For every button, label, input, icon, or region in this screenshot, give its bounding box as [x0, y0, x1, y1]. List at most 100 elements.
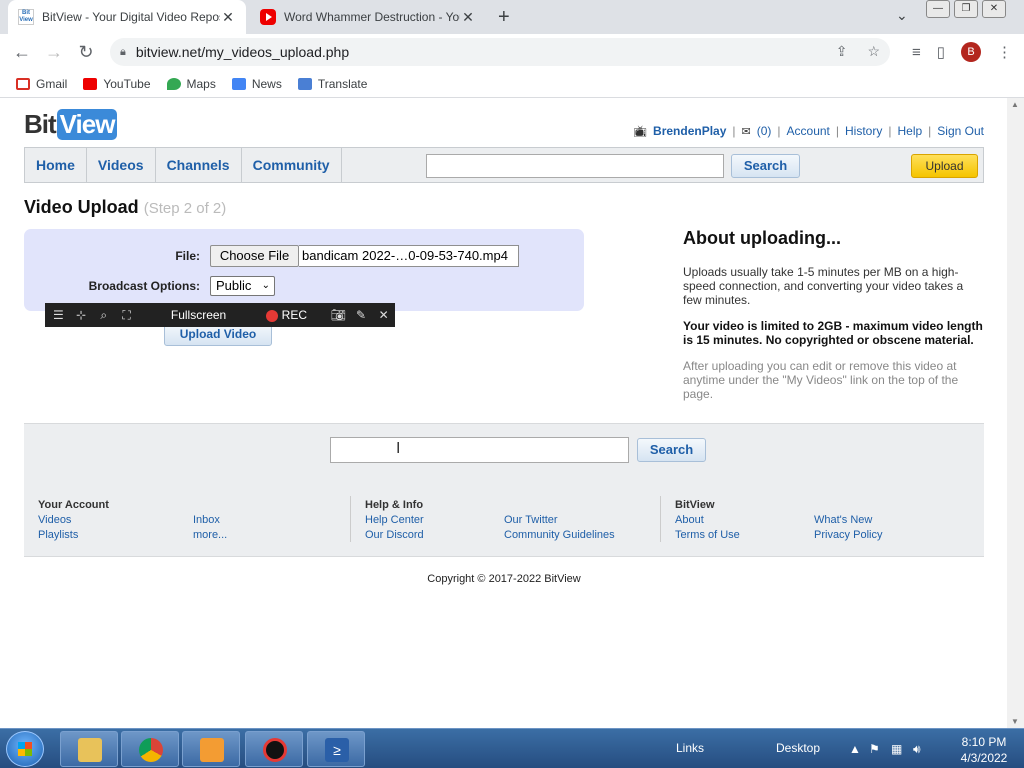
pencil-icon[interactable]: ✎: [350, 308, 373, 322]
username-link[interactable]: BrendenPlay: [653, 124, 726, 138]
about-heading: About uploading...: [683, 228, 841, 248]
side-panel-icon[interactable]: ▯: [937, 43, 945, 61]
new-tab-icon[interactable]: +: [498, 6, 510, 29]
bookmark-youtube[interactable]: YouTube: [83, 77, 151, 91]
taskbar-powershell[interactable]: ≥: [307, 731, 365, 767]
share-icon[interactable]: ⇪: [836, 43, 848, 60]
account-link[interactable]: Account: [787, 124, 830, 138]
links-toolbar[interactable]: Links: [676, 741, 704, 755]
windows-taskbar: ≥ Links Desktop ▲ ⚑ ▦ 🔊︎ 8:10 PM 4/3/202…: [0, 728, 1024, 768]
media-control-icon[interactable]: ≡: [912, 44, 921, 61]
camera-icon[interactable]: 📷︎: [327, 308, 350, 322]
choose-file-button[interactable]: Choose File: [210, 245, 299, 267]
youtube-icon: [83, 77, 98, 90]
scroll-down-icon[interactable]: ▼: [1011, 717, 1019, 726]
nav-community[interactable]: Community: [242, 148, 342, 182]
footer-link-privacy[interactable]: Privacy Policy: [814, 528, 882, 543]
taskbar-chrome[interactable]: [121, 731, 179, 767]
close-window-icon[interactable]: ✕: [982, 0, 1006, 18]
url-text: bitview.net/my_videos_upload.php: [135, 44, 350, 60]
desktop-toolbar[interactable]: Desktop: [776, 741, 820, 755]
close-tab-icon[interactable]: ✕: [460, 9, 476, 26]
footer-link-videos[interactable]: Videos: [38, 513, 109, 528]
header-upload-button[interactable]: Upload: [911, 154, 978, 178]
network-icon[interactable]: ▦: [891, 742, 902, 756]
header-search-button[interactable]: Search: [731, 154, 800, 178]
footer-link-about[interactable]: About: [675, 513, 740, 528]
footer-col-your-account: Your Account Videos Playlists: [38, 499, 109, 543]
footer-link-help-center[interactable]: Help Center: [365, 513, 424, 528]
nav-home[interactable]: Home: [25, 148, 87, 182]
bookmark-gmail[interactable]: Gmail: [16, 77, 67, 91]
footer-col-help-more: Our Twitter Community Guidelines: [504, 513, 615, 543]
scroll-up-icon[interactable]: ▲: [1011, 100, 1019, 109]
bitview-logo[interactable]: Bit View: [24, 109, 118, 140]
footer-link-terms[interactable]: Terms of Use: [675, 528, 740, 543]
page-scrollbar[interactable]: ▲ ▼: [1007, 98, 1024, 728]
close-icon[interactable]: ✕: [372, 308, 395, 322]
menu-kebab-icon[interactable]: ⋮: [997, 43, 1012, 61]
menu-icon[interactable]: ☰: [47, 308, 70, 322]
about-paragraph-editing: After uploading you can edit or remove t…: [683, 359, 959, 401]
bookmark-news[interactable]: News: [231, 77, 282, 91]
selected-file-name: bandicam 2022-…0-09-53-740.mp4: [299, 245, 519, 267]
fullscreen-mode-label: Fullscreen: [170, 308, 227, 322]
chevron-down-icon: ⌄: [261, 280, 270, 291]
bookmark-star-icon[interactable]: ☆: [867, 43, 880, 60]
taskbar-bandicam[interactable]: [245, 731, 303, 767]
footer-search-button[interactable]: Search: [637, 438, 706, 462]
tab-title: BitView - Your Digital Video Repository: [42, 10, 220, 24]
footer-link-discord[interactable]: Our Discord: [365, 528, 424, 543]
footer-link-playlists[interactable]: Playlists: [38, 528, 109, 543]
footer-link-more[interactable]: more...: [193, 528, 227, 543]
minimize-icon[interactable]: —: [926, 0, 950, 18]
reload-icon[interactable]: ↻: [70, 42, 102, 63]
footer-link-inbox[interactable]: Inbox: [193, 513, 227, 528]
address-bar[interactable]: 🔒︎ bitview.net/my_videos_upload.php ⇪ ☆: [110, 38, 890, 66]
profile-avatar[interactable]: B: [961, 42, 981, 62]
start-button[interactable]: [6, 731, 44, 767]
forward-icon[interactable]: →: [38, 42, 70, 63]
nav-channels[interactable]: Channels: [156, 148, 242, 182]
sign-out-link[interactable]: Sign Out: [937, 124, 984, 138]
footer-search-bar: I Search: [24, 423, 984, 481]
file-label: File:: [175, 249, 200, 263]
tab-bitview[interactable]: Bit View BitView - Your Digital Video Rep…: [8, 0, 246, 34]
upload-form: File: Choose File bandicam 2022-…0-09-53…: [24, 229, 584, 311]
header-search-input[interactable]: [426, 154, 724, 178]
taskbar-media-player[interactable]: [182, 731, 240, 767]
browser-toolbar: ← → ↻ 🔒︎ bitview.net/my_videos_upload.ph…: [0, 34, 1024, 70]
action-center-icon[interactable]: ⚑: [869, 742, 880, 756]
show-hidden-icons-icon[interactable]: ▲: [849, 742, 861, 756]
mail-icon[interactable]: ✉: [742, 125, 751, 138]
bookmark-translate[interactable]: Translate: [297, 77, 367, 91]
footer-link-whats-new[interactable]: What's New: [814, 513, 882, 528]
crop-icon[interactable]: ⛶: [115, 308, 138, 323]
footer-link-twitter[interactable]: Our Twitter: [504, 513, 615, 528]
footer-search-input[interactable]: I: [330, 437, 629, 463]
close-tab-icon[interactable]: ✕: [220, 9, 236, 26]
history-link[interactable]: History: [845, 124, 882, 138]
clock[interactable]: 8:10 PM 4/3/2022: [950, 734, 1018, 766]
footer-col-help: Help & Info Help Center Our Discord: [365, 499, 424, 543]
select-region-icon[interactable]: ⌕: [92, 308, 115, 323]
powershell-icon: ≥: [325, 738, 349, 762]
taskbar-explorer[interactable]: [60, 731, 118, 767]
fit-window-icon[interactable]: ⊹: [70, 308, 93, 322]
record-button[interactable]: REC: [265, 308, 327, 322]
chrome-icon: [139, 738, 163, 762]
back-icon[interactable]: ←: [6, 42, 38, 63]
broadcast-options-select[interactable]: Public ⌄: [210, 276, 275, 296]
tab-youtube[interactable]: Word Whammer Destruction - YouTube ✕: [250, 0, 486, 34]
inbox-count-link[interactable]: (0): [757, 124, 772, 138]
volume-icon[interactable]: 🔊︎: [913, 742, 921, 757]
gmail-icon: [16, 77, 30, 90]
footer-link-guidelines[interactable]: Community Guidelines: [504, 528, 615, 543]
tab-search-chevron-icon[interactable]: ⌄: [896, 7, 908, 24]
help-link[interactable]: Help: [897, 124, 922, 138]
tab-title: Word Whammer Destruction - YouTube: [284, 10, 460, 24]
page-title: Video Upload (Step 2 of 2): [24, 197, 227, 217]
nav-videos[interactable]: Videos: [87, 148, 156, 182]
restore-icon[interactable]: ❐: [954, 0, 978, 18]
bookmark-maps[interactable]: Maps: [166, 77, 216, 91]
